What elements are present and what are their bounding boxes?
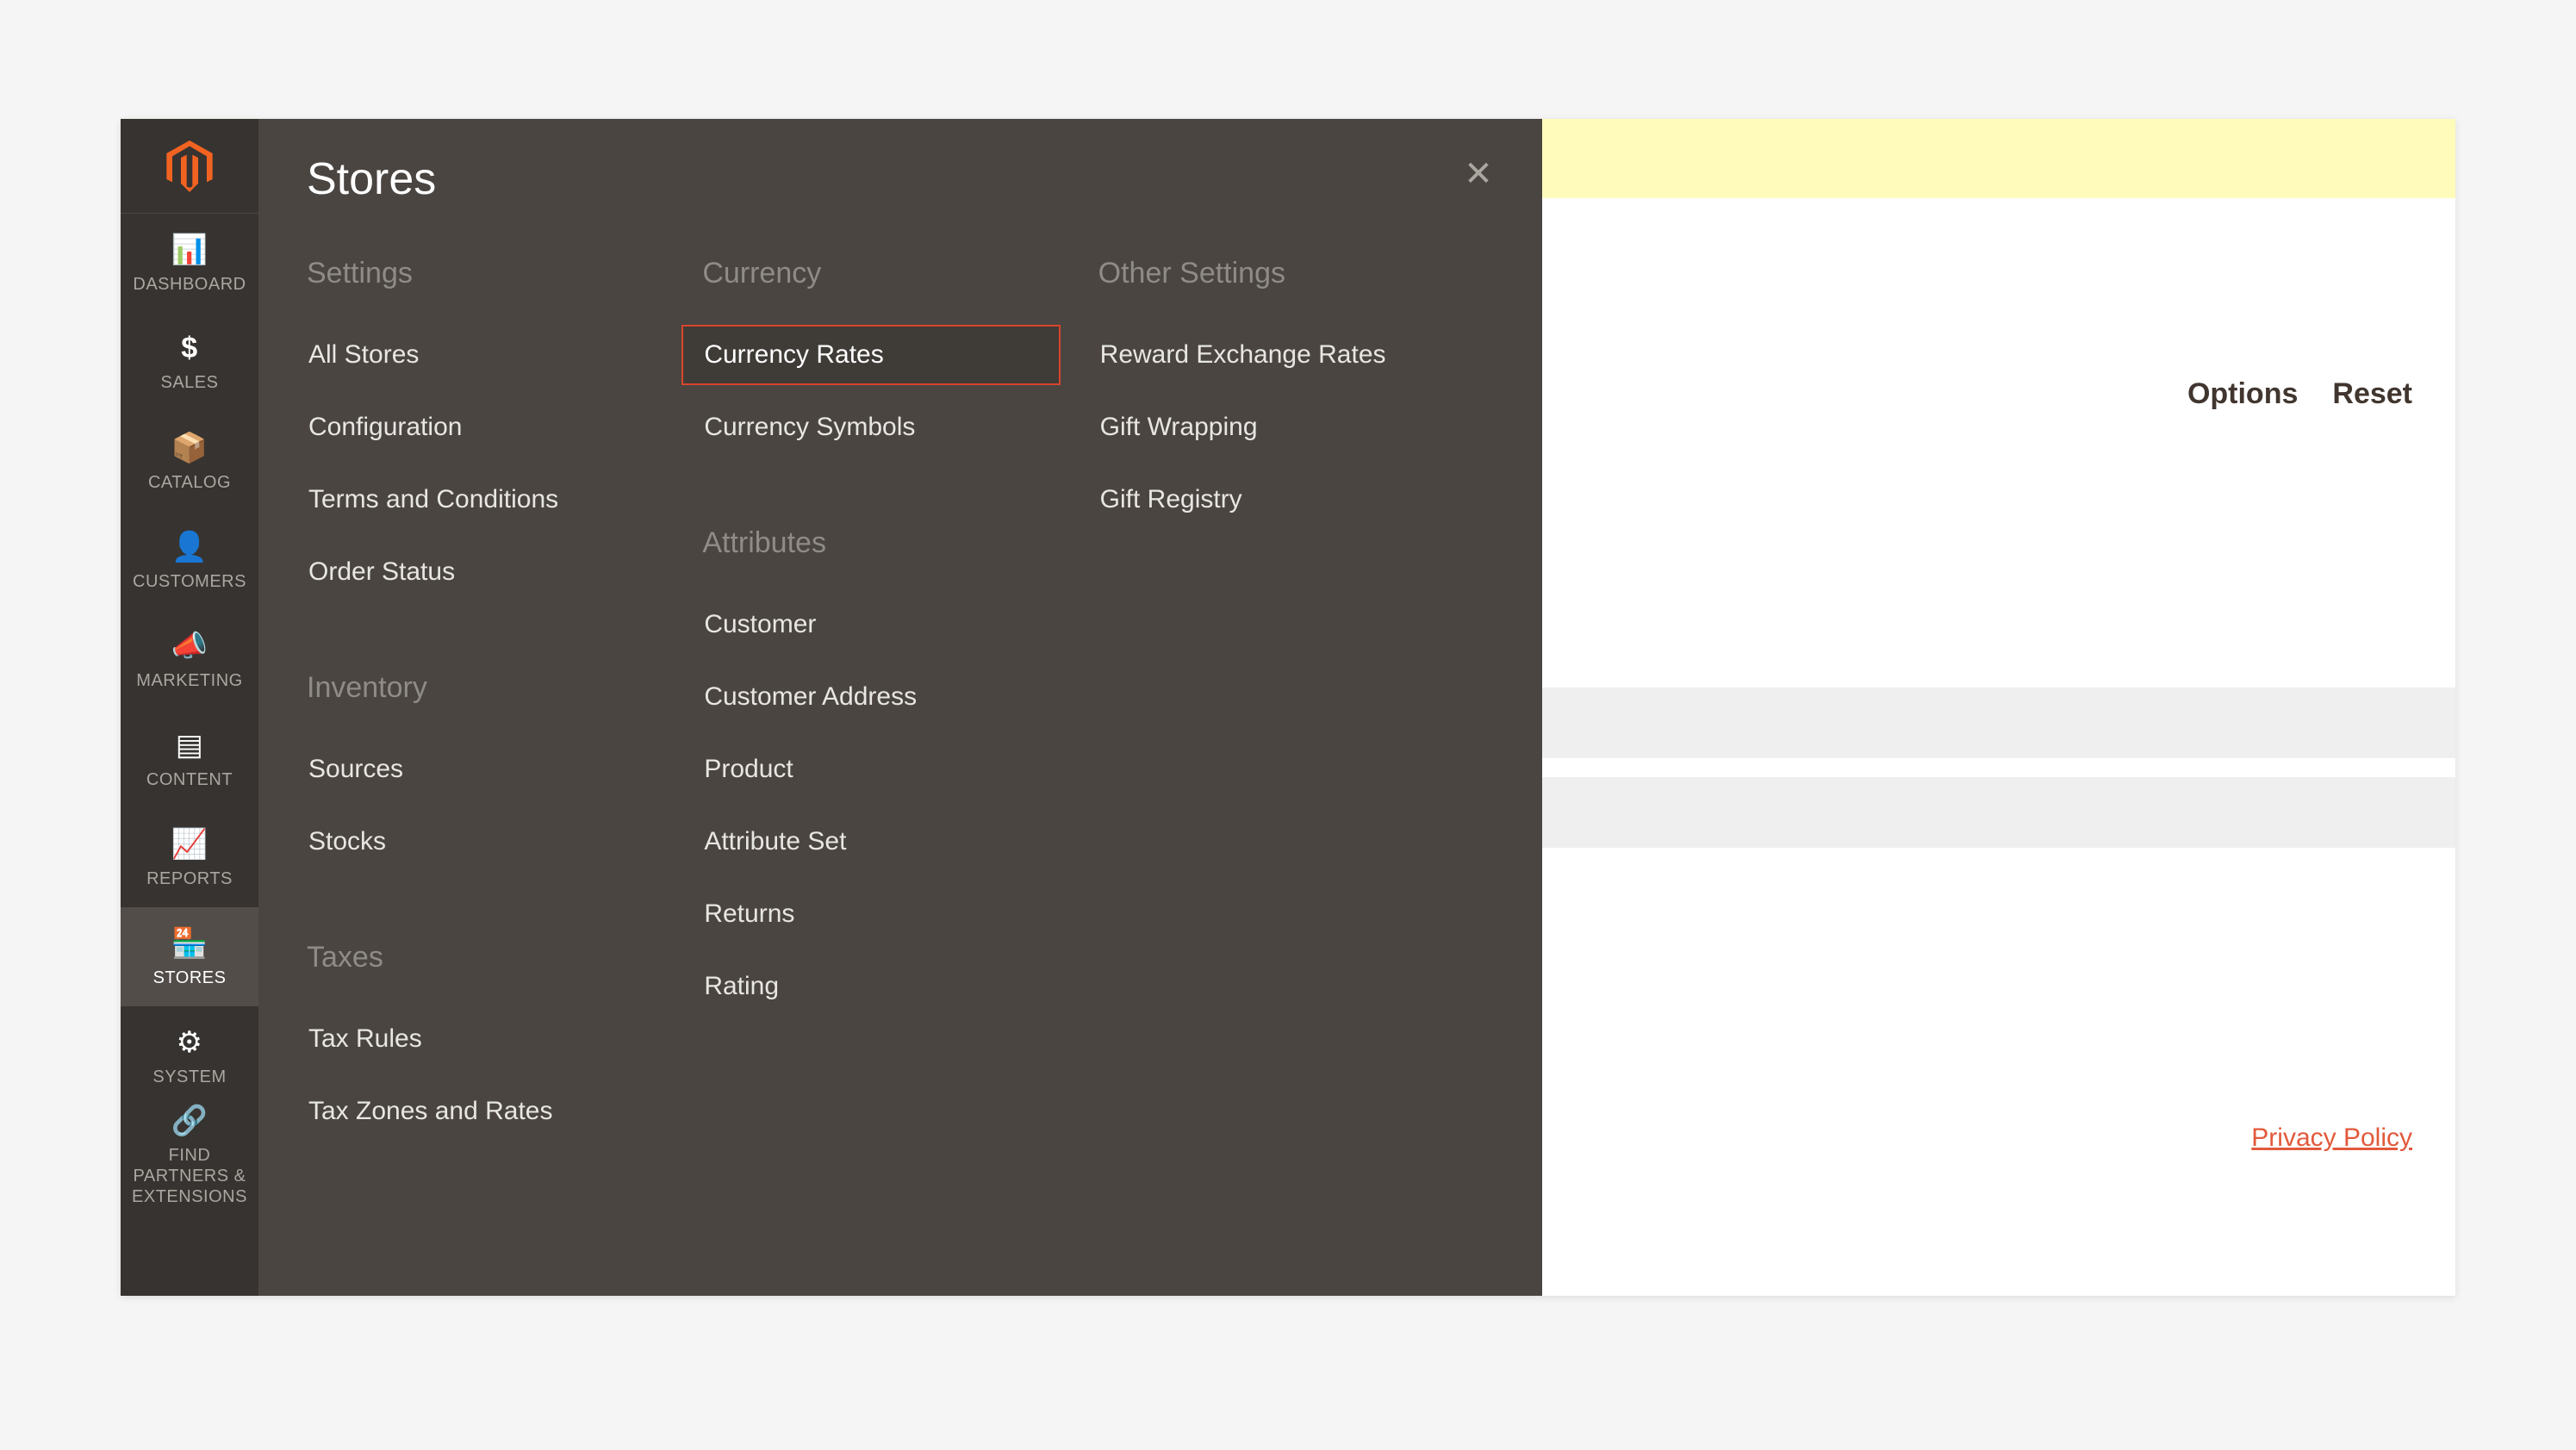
box-icon: 📦 <box>171 431 208 465</box>
person-icon: 👤 <box>171 530 208 564</box>
nav-label: REPORTS <box>141 868 238 889</box>
nav-label: SYSTEM <box>147 1067 231 1087</box>
link-gift-wrapping[interactable]: Gift Wrapping <box>1078 397 1457 457</box>
nav-label: CUSTOMERS <box>128 571 252 592</box>
bars-icon: 📈 <box>171 827 208 862</box>
nav-marketing[interactable]: 📣 MARKETING <box>121 610 258 709</box>
page-icon: ▤ <box>176 728 204 762</box>
flyout-group-title: Attributes <box>702 526 1098 560</box>
flyout-title: Stores <box>307 153 1494 205</box>
link-order-status[interactable]: Order Status <box>286 542 665 602</box>
app-window: 📊 DASHBOARD $ SALES 📦 CATALOG 👤 CUSTOMERS 📣 MARKE… <box>121 119 2455 1296</box>
magento-logo[interactable] <box>121 119 258 214</box>
link-rating[interactable]: Rating <box>681 956 1061 1017</box>
link-tax-rules[interactable]: Tax Rules <box>286 1009 665 1069</box>
flyout-group: SettingsAll StoresConfigurationTerms and… <box>307 257 702 602</box>
action-buttons: Options Reset <box>2187 377 2412 411</box>
magento-logo-icon <box>164 140 215 192</box>
nav-label: CATALOG <box>143 472 236 493</box>
options-button[interactable]: Options <box>2187 377 2298 411</box>
table-row <box>1542 777 2455 848</box>
flyout-column: Other SettingsReward Exchange RatesGift … <box>1098 257 1494 1210</box>
link-currency-rates[interactable]: Currency Rates <box>681 325 1061 385</box>
link-icon: 🔗 <box>171 1104 208 1138</box>
flyout-column: SettingsAll StoresConfigurationTerms and… <box>307 257 702 1210</box>
close-button[interactable]: ✕ <box>1458 153 1499 195</box>
table-row <box>1542 688 2455 758</box>
link-currency-symbols[interactable]: Currency Symbols <box>681 397 1061 457</box>
link-attribute-set[interactable]: Attribute Set <box>681 812 1061 872</box>
link-tax-zones-and-rates[interactable]: Tax Zones and Rates <box>286 1081 665 1142</box>
nav-partners[interactable]: 🔗 FIND PARTNERS & EXTENSIONS <box>121 1105 258 1204</box>
link-configuration[interactable]: Configuration <box>286 397 665 457</box>
nav-stores[interactable]: 🏪 STORES <box>121 907 258 1006</box>
nav-label: CONTENT <box>141 769 238 790</box>
flyout-group-title: Inventory <box>307 671 702 705</box>
nav-label: FIND PARTNERS & EXTENSIONS <box>121 1145 258 1207</box>
stores-flyout: Stores ✕ SettingsAll StoresConfiguration… <box>258 119 1542 1296</box>
flyout-group: Other SettingsReward Exchange RatesGift … <box>1098 257 1494 530</box>
flyout-group: InventorySourcesStocks <box>307 671 702 872</box>
flyout-group: AttributesCustomerCustomer AddressProduc… <box>702 526 1098 1017</box>
flyout-group: CurrencyCurrency RatesCurrency Symbols <box>702 257 1098 457</box>
nav-label: SALES <box>156 372 224 393</box>
privacy-policy-link[interactable]: Privacy Policy <box>2251 1123 2412 1153</box>
link-terms-and-conditions[interactable]: Terms and Conditions <box>286 470 665 530</box>
nav-sales[interactable]: $ SALES <box>121 313 258 412</box>
flyout-column: CurrencyCurrency RatesCurrency Symbols At… <box>702 257 1098 1210</box>
nav-customers[interactable]: 👤 CUSTOMERS <box>121 511 258 610</box>
page-content: Options Reset Privacy Policy <box>1542 119 2455 1296</box>
nav-system[interactable]: ⚙ SYSTEM <box>121 1006 258 1105</box>
flyout-group-title: Other Settings <box>1098 257 1494 290</box>
dollar-icon: $ <box>181 332 197 365</box>
table-row <box>1542 758 2455 777</box>
storefront-icon: 🏪 <box>171 926 208 961</box>
nav-catalog[interactable]: 📦 CATALOG <box>121 412 258 511</box>
nav-label: STORES <box>148 968 232 988</box>
link-returns[interactable]: Returns <box>681 884 1061 944</box>
nav-dashboard[interactable]: 📊 DASHBOARD <box>121 214 258 313</box>
nav-content[interactable]: ▤ CONTENT <box>121 709 258 808</box>
link-all-stores[interactable]: All Stores <box>286 325 665 385</box>
gauge-icon: 📊 <box>171 233 208 267</box>
gear-icon: ⚙ <box>177 1025 203 1060</box>
link-customer[interactable]: Customer <box>681 594 1061 655</box>
link-gift-registry[interactable]: Gift Registry <box>1078 470 1457 530</box>
flyout-group: TaxesTax RulesTax Zones and Rates <box>307 941 702 1142</box>
flyout-group-title: Taxes <box>307 941 702 974</box>
notification-banner <box>1542 119 2455 198</box>
megaphone-icon: 📣 <box>171 629 208 663</box>
link-product[interactable]: Product <box>681 739 1061 800</box>
content-rows <box>1542 688 2455 848</box>
link-sources[interactable]: Sources <box>286 739 665 800</box>
nav-label: DASHBOARD <box>128 274 251 295</box>
flyout-group-title: Settings <box>307 257 702 290</box>
nav-label: MARKETING <box>131 670 247 691</box>
left-nav: 📊 DASHBOARD $ SALES 📦 CATALOG 👤 CUSTOMERS 📣 MARKE… <box>121 119 258 1296</box>
flyout-group-title: Currency <box>702 257 1098 290</box>
nav-reports[interactable]: 📈 REPORTS <box>121 808 258 907</box>
link-reward-exchange-rates[interactable]: Reward Exchange Rates <box>1078 325 1457 385</box>
link-customer-address[interactable]: Customer Address <box>681 667 1061 727</box>
close-icon: ✕ <box>1464 154 1493 194</box>
reset-button[interactable]: Reset <box>2332 377 2412 411</box>
link-stocks[interactable]: Stocks <box>286 812 665 872</box>
